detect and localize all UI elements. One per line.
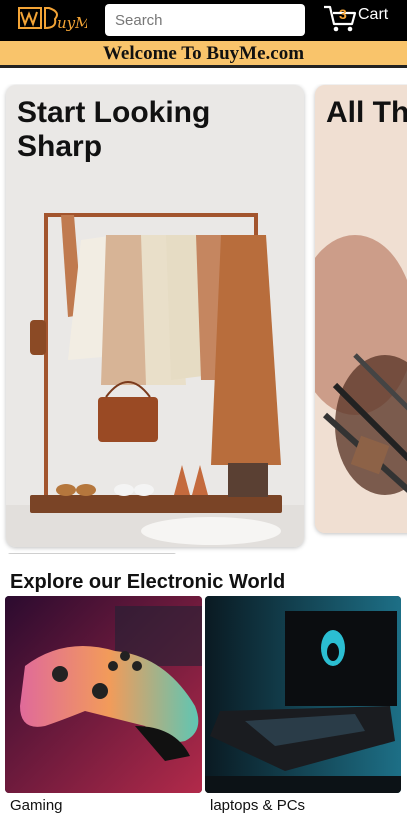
promo-card-beauty[interactable]: All Th bbox=[315, 85, 407, 533]
section-title: Explore our Electronic World bbox=[10, 571, 286, 593]
logo-text: uyMe bbox=[57, 14, 87, 32]
cart-count-badge: 3 bbox=[339, 6, 347, 22]
laptop-image bbox=[205, 596, 401, 793]
promo-card-title: Start Looking Sharp bbox=[17, 96, 211, 163]
promo-card-fashion[interactable]: Start Looking Sharp bbox=[6, 85, 304, 547]
buyme-logo-icon[interactable]: uyMe bbox=[17, 4, 87, 34]
category-label-gaming[interactable]: Gaming bbox=[10, 797, 63, 814]
promo-carousel[interactable]: Start Looking Sharp All Th bbox=[0, 84, 407, 554]
cart-button[interactable]: 3 Cart bbox=[323, 4, 403, 36]
makeup-brushes-image bbox=[315, 85, 407, 533]
promo-card-title: All Th bbox=[326, 96, 407, 129]
category-label-laptops[interactable]: laptops & PCs bbox=[210, 797, 305, 814]
game-controller-image bbox=[5, 596, 202, 793]
category-tile-gaming[interactable] bbox=[5, 596, 202, 793]
search-input[interactable] bbox=[105, 4, 305, 36]
welcome-banner: Welcome To BuyMe.com bbox=[0, 41, 407, 68]
carousel-scrollbar[interactable] bbox=[8, 553, 176, 554]
category-tile-laptops[interactable] bbox=[205, 596, 401, 793]
cart-label: Cart bbox=[358, 6, 389, 23]
top-bar: uyMe 3 Cart bbox=[0, 0, 407, 41]
